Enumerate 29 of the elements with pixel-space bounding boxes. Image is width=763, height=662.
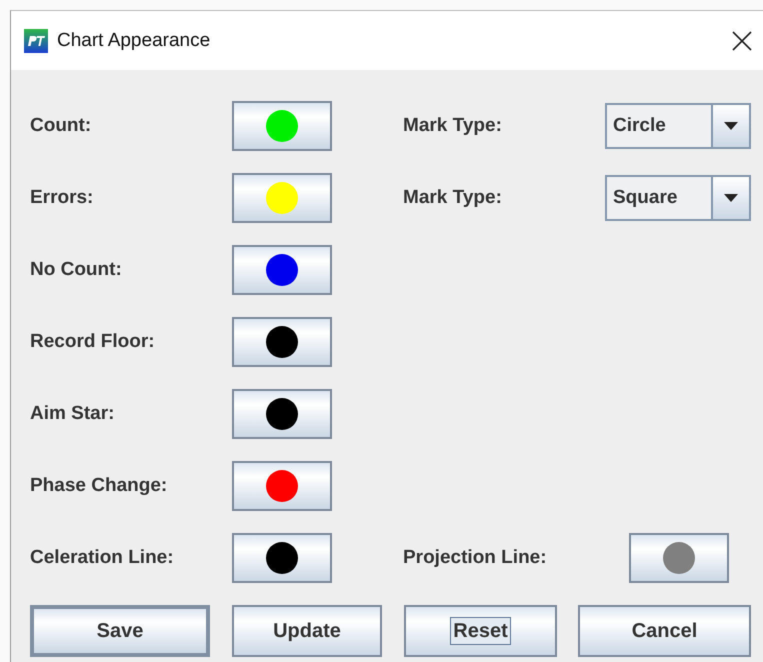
field-label: Mark Type: <box>403 115 503 137</box>
dialog-button[interactable]: Update <box>232 605 382 657</box>
dialog-button[interactable]: Cancel <box>578 605 751 657</box>
color-button[interactable] <box>629 533 729 583</box>
color-button[interactable] <box>232 173 332 223</box>
color-button[interactable] <box>232 533 332 583</box>
close-icon[interactable] <box>731 30 753 52</box>
dialog-button[interactable]: Save <box>30 605 210 657</box>
mark-type-dropdown[interactable]: Square <box>605 175 751 221</box>
color-button[interactable] <box>232 461 332 511</box>
field-label: Phase Change: <box>30 475 168 497</box>
field-label: Record Floor: <box>30 331 156 353</box>
app-logo-icon <box>24 28 48 52</box>
field-label: Celeration Line: <box>30 547 175 569</box>
color-button[interactable] <box>232 245 332 295</box>
dropdown-arrow-icon <box>724 122 738 130</box>
field-label: Mark Type: <box>403 187 503 209</box>
dialog-button[interactable]: Reset <box>404 605 557 657</box>
color-button[interactable] <box>232 101 332 151</box>
color-button[interactable] <box>232 389 332 439</box>
color-button[interactable] <box>232 317 332 367</box>
field-label: Errors: <box>30 187 94 209</box>
mark-type-dropdown[interactable]: Circle <box>605 103 751 149</box>
window-title: Chart Appearance <box>57 30 212 52</box>
field-label: Count: <box>30 115 92 137</box>
field-label: Projection Line: <box>403 547 548 569</box>
field-label: Aim Star: <box>30 403 116 425</box>
field-label: No Count: <box>30 259 123 281</box>
dropdown-arrow-icon <box>724 194 738 202</box>
